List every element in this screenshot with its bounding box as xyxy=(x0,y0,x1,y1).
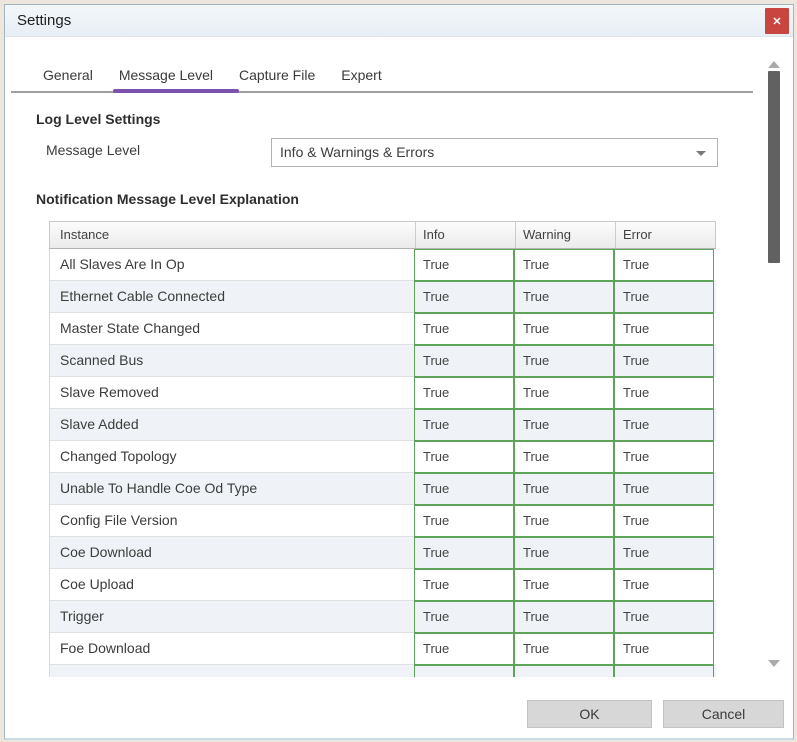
instance-cell: Coe Download xyxy=(50,537,414,569)
warning-cell[interactable]: True xyxy=(514,633,614,665)
close-button[interactable]: ✕ xyxy=(765,8,789,34)
active-tab-indicator xyxy=(113,89,239,93)
warning-cell[interactable]: True xyxy=(514,377,614,409)
column-header-info: Info xyxy=(415,222,515,248)
column-header-error: Error xyxy=(615,222,715,248)
warning-cell[interactable]: True xyxy=(514,441,614,473)
error-cell[interactable]: True xyxy=(614,537,714,569)
warning-cell[interactable]: True xyxy=(514,537,614,569)
instance-cell: Coe Upload xyxy=(50,569,414,601)
table-row: Coe UploadTrueTrueTrue xyxy=(50,569,716,601)
info-cell[interactable]: True xyxy=(414,441,514,473)
instance-cell: Master State Changed xyxy=(50,313,414,345)
info-cell[interactable]: True xyxy=(414,409,514,441)
chevron-down-icon xyxy=(696,151,706,156)
close-icon: ✕ xyxy=(772,15,781,28)
info-cell[interactable]: True xyxy=(414,537,514,569)
info-cell[interactable]: True xyxy=(414,505,514,537)
title-bar[interactable]: Settings ✕ xyxy=(5,5,793,37)
scroll-down-icon[interactable] xyxy=(768,660,780,667)
info-cell[interactable]: True xyxy=(414,377,514,409)
message-level-dropdown-value: Info & Warnings & Errors xyxy=(280,144,434,160)
notification-heading: Notification Message Level Explanation xyxy=(36,191,299,207)
instance-cell: Scanned Bus xyxy=(50,345,414,377)
log-level-settings-heading: Log Level Settings xyxy=(36,111,160,127)
table-row: TriggerTrueTrueTrue xyxy=(50,601,716,633)
instance-cell: Slave Added xyxy=(50,409,414,441)
instance-cell: Slave Removed xyxy=(50,377,414,409)
message-level-label: Message Level xyxy=(46,142,140,158)
table-row: Slave AddedTrueTrueTrue xyxy=(50,409,716,441)
table-row-partial xyxy=(50,665,716,677)
error-cell[interactable]: True xyxy=(614,601,714,633)
info-cell[interactable]: True xyxy=(414,345,514,377)
instance-cell: Unable To Handle Coe Od Type xyxy=(50,473,414,505)
error-cell[interactable]: True xyxy=(614,441,714,473)
error-cell[interactable]: True xyxy=(614,377,714,409)
column-header-warning: Warning xyxy=(515,222,615,248)
error-cell[interactable]: True xyxy=(614,409,714,441)
cancel-button[interactable]: Cancel xyxy=(663,700,784,728)
scroll-up-icon[interactable] xyxy=(768,61,780,68)
error-cell[interactable]: True xyxy=(614,313,714,345)
info-cell[interactable]: True xyxy=(414,249,514,281)
error-cell[interactable] xyxy=(614,665,714,677)
notification-table: Instance Info Warning Error All Slaves A… xyxy=(49,221,716,677)
window-title: Settings xyxy=(17,5,71,37)
error-cell[interactable]: True xyxy=(614,249,714,281)
message-level-dropdown[interactable]: Info & Warnings & Errors xyxy=(271,138,718,167)
table-row: Scanned BusTrueTrueTrue xyxy=(50,345,716,377)
info-cell[interactable]: True xyxy=(414,473,514,505)
table-row: Master State ChangedTrueTrueTrue xyxy=(50,313,716,345)
table-row: Config File VersionTrueTrueTrue xyxy=(50,505,716,537)
column-header-instance: Instance xyxy=(50,222,415,248)
table-row: Slave RemovedTrueTrueTrue xyxy=(50,377,716,409)
table-row: All Slaves Are In OpTrueTrueTrue xyxy=(50,249,716,281)
warning-cell[interactable]: True xyxy=(514,249,614,281)
info-cell[interactable]: True xyxy=(414,601,514,633)
warning-cell[interactable]: True xyxy=(514,473,614,505)
error-cell[interactable]: True xyxy=(614,473,714,505)
scrollbar-thumb[interactable] xyxy=(768,71,780,263)
table-header: Instance Info Warning Error xyxy=(49,221,716,249)
settings-dialog: Settings ✕ General Message Level Capture… xyxy=(4,4,794,740)
instance-cell: All Slaves Are In Op xyxy=(50,249,414,281)
warning-cell[interactable]: True xyxy=(514,345,614,377)
warning-cell[interactable]: True xyxy=(514,281,614,313)
ok-button[interactable]: OK xyxy=(527,700,652,728)
error-cell[interactable]: True xyxy=(614,281,714,313)
table-row: Unable To Handle Coe Od TypeTrueTrueTrue xyxy=(50,473,716,505)
instance-cell: Foe Download xyxy=(50,633,414,665)
info-cell[interactable]: True xyxy=(414,633,514,665)
warning-cell[interactable]: True xyxy=(514,505,614,537)
instance-cell xyxy=(50,665,414,677)
table-row: Coe DownloadTrueTrueTrue xyxy=(50,537,716,569)
info-cell[interactable] xyxy=(414,665,514,677)
table-body: All Slaves Are In OpTrueTrueTrueEthernet… xyxy=(49,249,716,677)
warning-cell[interactable]: True xyxy=(514,601,614,633)
table-row: Foe DownloadTrueTrueTrue xyxy=(50,633,716,665)
instance-cell: Ethernet Cable Connected xyxy=(50,281,414,313)
instance-cell: Config File Version xyxy=(50,505,414,537)
info-cell[interactable]: True xyxy=(414,281,514,313)
instance-cell: Trigger xyxy=(50,601,414,633)
error-cell[interactable]: True xyxy=(614,633,714,665)
error-cell[interactable]: True xyxy=(614,505,714,537)
warning-cell[interactable] xyxy=(514,665,614,677)
table-row: Changed TopologyTrueTrueTrue xyxy=(50,441,716,473)
error-cell[interactable]: True xyxy=(614,345,714,377)
error-cell[interactable]: True xyxy=(614,569,714,601)
instance-cell: Changed Topology xyxy=(50,441,414,473)
warning-cell[interactable]: True xyxy=(514,313,614,345)
warning-cell[interactable]: True xyxy=(514,409,614,441)
warning-cell[interactable]: True xyxy=(514,569,614,601)
info-cell[interactable]: True xyxy=(414,313,514,345)
info-cell[interactable]: True xyxy=(414,569,514,601)
table-row: Ethernet Cable ConnectedTrueTrueTrue xyxy=(50,281,716,313)
